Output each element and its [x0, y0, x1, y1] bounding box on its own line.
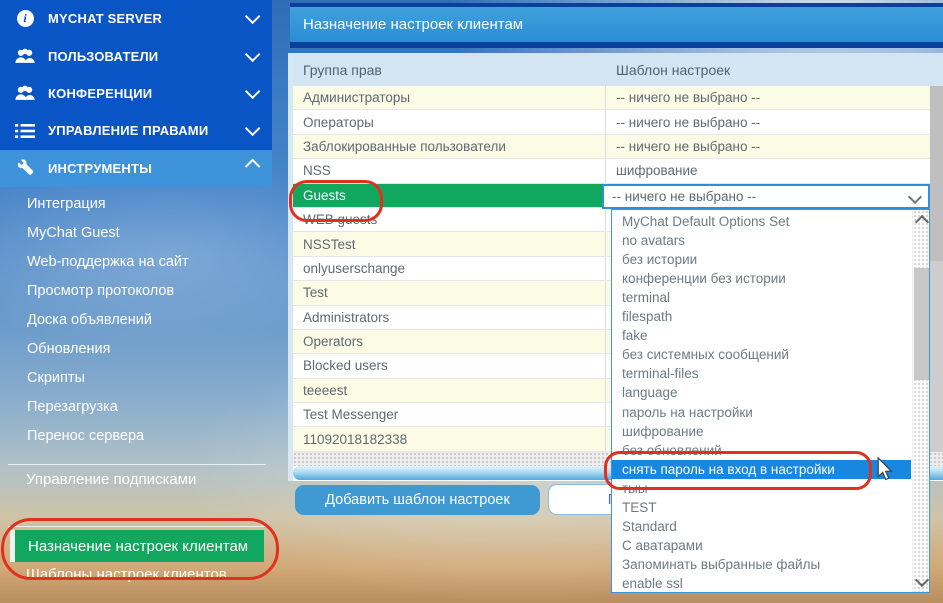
template-select-value: -- ничего не выбрано -- [612, 189, 756, 204]
list-icon [13, 121, 37, 141]
dropdown-option[interactable]: без системных сообщений [612, 345, 911, 364]
submenu-item[interactable]: Перезагрузка [0, 392, 272, 421]
table-vertical-scrollbar[interactable] [930, 86, 943, 452]
dropdown-option[interactable]: конференции без истории [612, 269, 911, 288]
client-templates-link[interactable]: Шаблоны настроек клиентов [26, 566, 227, 583]
submenu-item[interactable]: Интеграция [0, 189, 272, 218]
sidebar-divider [8, 464, 266, 465]
column-header-settings-template: Шаблон настроек [606, 62, 943, 78]
rights-group-cell: teeeest [293, 379, 606, 402]
rights-group-cell: Guests [293, 184, 606, 207]
rights-group-cell: onlyuserschange [293, 257, 606, 280]
submenu-item[interactable]: Обновления [0, 334, 272, 363]
dropdown-option[interactable]: пароль на настройки [612, 403, 911, 422]
dropdown-option[interactable]: снять пароль на вход в настройки [612, 460, 911, 479]
submenu-item[interactable]: Просмотр протоколов [0, 276, 272, 305]
dropdown-option[interactable]: enable ssl [612, 574, 911, 593]
rights-group-cell: Администраторы [293, 86, 606, 109]
sidebar-nav: i MYCHAT SERVER ПОЛЬЗОВАТЕЛИ КОНФЕРЕНЦИИ… [0, 0, 272, 187]
dropdown-option[interactable]: filespath [612, 307, 911, 326]
page-title-bar: Назначение настроек клиентам [290, 3, 943, 48]
table-header: Группа прав Шаблон настроек [293, 53, 943, 86]
table-row[interactable]: NSS шифрование [293, 159, 943, 183]
dropdown-option[interactable]: С аватарами [612, 536, 911, 555]
info-icon: i [13, 9, 37, 29]
conference-icon [13, 83, 37, 103]
column-header-rights-group: Группа прав [293, 62, 606, 78]
rights-group-cell: Заблокированные пользователи [293, 135, 606, 158]
sidebar-item-rights-management[interactable]: УПРАВЛЕНИЕ ПРАВАМИ [0, 112, 272, 149]
dropdown-option[interactable]: Запоминать выбранные файлы [612, 555, 911, 574]
submenu-item[interactable]: Перенос сервера [0, 421, 272, 450]
submenu-item[interactable]: Скрипты [0, 363, 272, 392]
chevron-down-icon [245, 46, 261, 62]
sidebar-item-mychat-server[interactable]: i MYCHAT SERVER [0, 0, 272, 37]
dropdown-option[interactable]: тыы [612, 479, 911, 498]
chevron-down-icon [908, 190, 922, 204]
settings-template-cell: -- ничего не выбрано -- [606, 86, 943, 109]
sidebar-item-label: ПОЛЬЗОВАТЕЛИ [48, 49, 245, 64]
scrollbar-thumb[interactable] [914, 268, 929, 380]
dropdown-option[interactable]: language [612, 383, 911, 402]
scroll-down-arrow-icon[interactable] [915, 573, 929, 587]
rights-group-cell: Administrators [293, 306, 606, 329]
sidebar-item-client-settings-assignment[interactable]: Назначение настроек клиентам [10, 530, 264, 562]
rights-group-cell: WEB guests [293, 208, 606, 231]
settings-template-cell: шифрование [606, 159, 943, 182]
chevron-up-icon [245, 158, 261, 174]
sidebar-item-label: MYCHAT SERVER [48, 11, 245, 26]
dropdown-option[interactable]: terminal [612, 288, 911, 307]
chevron-down-icon [245, 9, 261, 25]
rights-group-cell: Blocked users [293, 354, 606, 377]
rights-group-cell: 11092018182338 [293, 427, 606, 450]
sidebar-item-tools[interactable]: ИНСТРУМЕНТЫ [0, 150, 272, 187]
sidebar-item-label: УПРАВЛЕНИЕ ПРАВАМИ [48, 123, 245, 138]
dropdown-option[interactable]: MyChat Default Options Set [612, 212, 911, 231]
sidebar-item-label: Назначение настроек клиентам [15, 530, 264, 562]
sidebar-item-conferences[interactable]: КОНФЕРЕНЦИИ [0, 75, 272, 112]
scrollbar-thumb[interactable] [930, 86, 943, 261]
submenu-item[interactable]: Web-поддержка на сайт [0, 247, 272, 276]
template-options-list: MyChat Default Options Set no avatars бе… [612, 212, 911, 594]
page-title: Назначение настроек клиентам [303, 16, 523, 33]
sidebar-divider [8, 526, 266, 527]
chevron-down-icon [245, 121, 261, 137]
dropdown-option[interactable]: Standard [612, 517, 911, 536]
table-row[interactable]: Операторы -- ничего не выбрано -- [293, 110, 943, 134]
add-template-button[interactable]: Добавить шаблон настроек [295, 485, 540, 515]
submenu-item[interactable]: Доска объявлений [0, 305, 272, 334]
dropdown-option[interactable]: fake [612, 326, 911, 345]
rights-group-cell: Test [293, 281, 606, 304]
tools-submenu: Интеграция MyChat Guest Web-поддержка на… [0, 189, 272, 450]
sidebar-item-label: КОНФЕРЕНЦИИ [48, 86, 245, 101]
rights-group-cell: Test Messenger [293, 403, 606, 426]
rights-group-cell: NSS [293, 159, 606, 182]
table-row[interactable]: Администраторы -- ничего не выбрано -- [293, 86, 943, 110]
chevron-down-icon [245, 84, 261, 100]
sidebar-item-users[interactable]: ПОЛЬЗОВАТЕЛИ [0, 37, 272, 74]
wrench-icon [13, 158, 37, 178]
dropdown-option[interactable]: шифрование [612, 422, 911, 441]
rights-group-cell: NSSTest [293, 232, 606, 255]
settings-template-cell: -- ничего не выбрано -- [606, 135, 943, 158]
rights-group-cell: Operators [293, 330, 606, 353]
dropdown-option[interactable]: terminal-files [612, 364, 911, 383]
rights-group-cell: Операторы [293, 110, 606, 133]
dropdown-option[interactable]: TEST [612, 498, 911, 517]
dropdown-option[interactable]: no avatars [612, 231, 911, 250]
scroll-up-arrow-icon[interactable] [915, 215, 929, 229]
dropdown-option[interactable]: без обновлений [612, 441, 911, 460]
dropdown-scrollbar[interactable] [912, 210, 929, 592]
sidebar-item-label: ИНСТРУМЕНТЫ [48, 161, 245, 176]
template-select[interactable]: -- ничего не выбрано -- [602, 184, 930, 209]
users-icon [13, 46, 37, 66]
subscriptions-link[interactable]: Управление подписками [26, 471, 196, 488]
settings-template-cell: -- ничего не выбрано -- [606, 110, 943, 133]
submenu-item[interactable]: MyChat Guest [0, 218, 272, 247]
table-row[interactable]: Заблокированные пользователи -- ничего н… [293, 135, 943, 159]
template-dropdown: MyChat Default Options Set no avatars бе… [611, 209, 930, 593]
dropdown-option[interactable]: без истории [612, 250, 911, 269]
